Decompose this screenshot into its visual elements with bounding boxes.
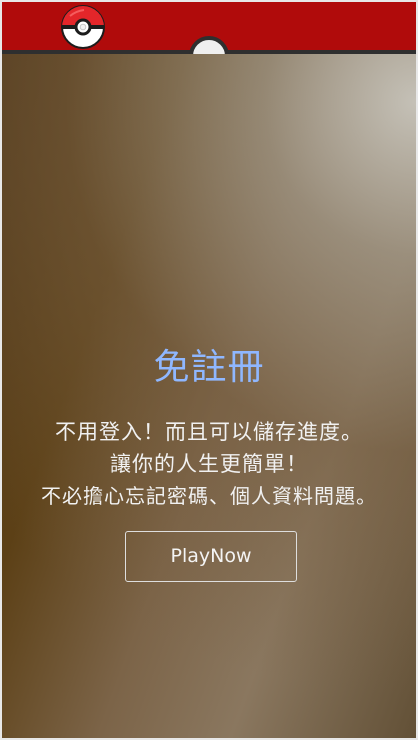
description-line-1: 不用登入！而且可以儲存進度。: [55, 420, 363, 444]
playnow-button[interactable]: PlayNow: [125, 531, 297, 582]
page-title: 免註冊: [153, 347, 265, 388]
phone-screen: 免註冊 不用登入！而且可以儲存進度。 讓你的人生更簡單！ 不必擔心忘記密碼、個人…: [0, 0, 418, 740]
description-line-2: 讓你的人生更簡單！: [110, 452, 308, 476]
intro-panel: 免註冊 不用登入！而且可以儲存進度。 讓你的人生更簡單！ 不必擔心忘記密碼、個人…: [2, 54, 416, 738]
description-line-3: 不必擔心忘記密碼、個人資料問題。: [41, 484, 377, 508]
pokeball-icon: [61, 5, 105, 49]
